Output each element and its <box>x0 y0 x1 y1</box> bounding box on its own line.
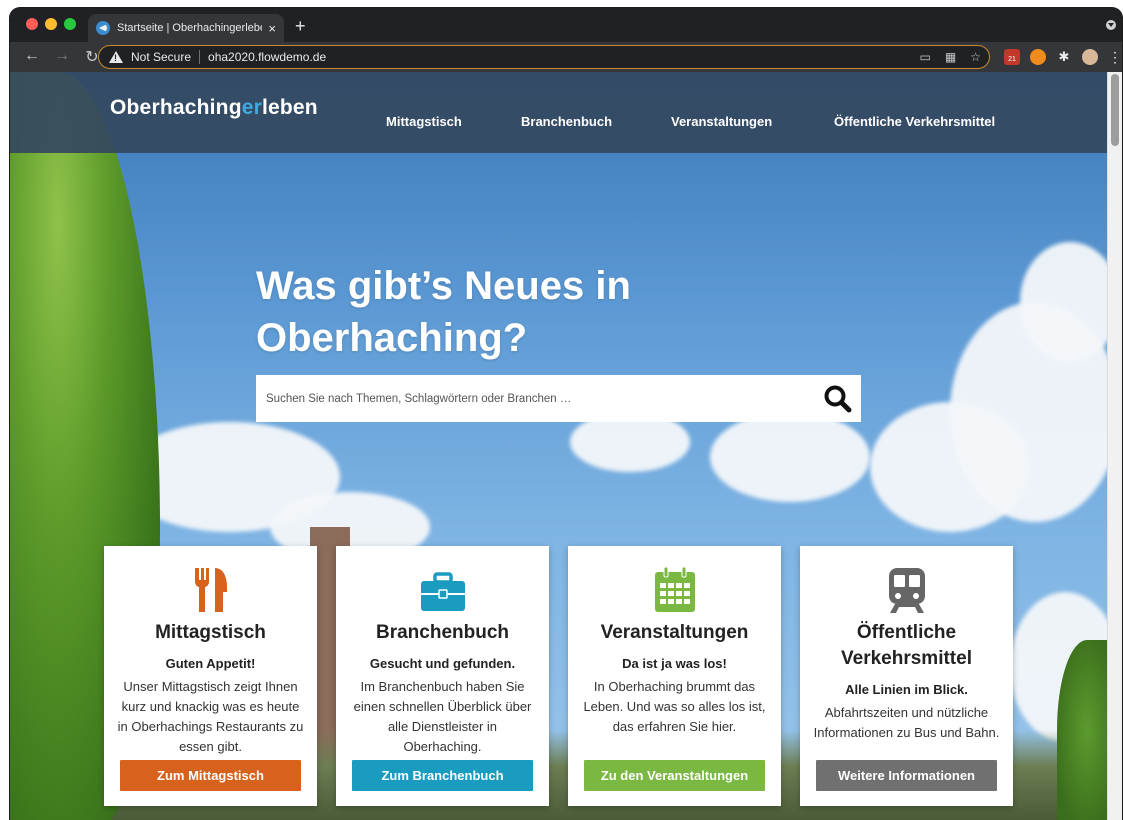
logo-text: Oberhaching <box>110 96 242 119</box>
browser-toolbar: ← → ↻ Not Secure oha2020.flowdemo.de ▭ ▦… <box>10 42 1122 72</box>
site-logo[interactable]: Oberhachingerleben <box>110 96 318 120</box>
browser-window: Startseite | Oberhachingerlebe × + ← → ↻… <box>10 8 1122 820</box>
close-window-button[interactable] <box>26 18 38 30</box>
tab-title: Startseite | Oberhachingerlebe <box>117 22 263 34</box>
calendar-extension-icon[interactable]: 21 <box>1004 49 1020 65</box>
card-title: Branchenbuch <box>375 622 510 643</box>
card-title: Mittagstisch <box>155 622 266 643</box>
logo-text: leben <box>261 96 318 119</box>
card-subtitle: Da ist ja was los! <box>622 656 727 671</box>
minimize-window-button[interactable] <box>45 18 57 30</box>
logo-accent-text: er <box>241 96 262 119</box>
card-title: Veranstaltungen <box>600 622 749 643</box>
browser-tab[interactable]: Startseite | Oberhachingerlebe × <box>88 14 284 42</box>
nav-oeffentliche-verkehrsmittel[interactable]: Öffentliche Verkehrsmittel <box>834 114 995 129</box>
maximize-window-button[interactable] <box>64 18 76 30</box>
new-tab-button[interactable]: + <box>295 16 306 36</box>
search-icon <box>824 385 852 412</box>
security-label[interactable]: Not Secure <box>131 50 191 64</box>
search-input[interactable] <box>266 375 815 422</box>
zum-branchenbuch-button[interactable]: Zum Branchenbuch <box>352 760 533 791</box>
card-text: Im Branchenbuch haben Sie einen schnelle… <box>353 679 532 754</box>
hero-title: Was gibt’s Neues in Oberhaching? <box>256 260 716 364</box>
tree-image <box>1057 640 1107 820</box>
card-text: Unser Mittagstisch zeigt Ihnen kurz und … <box>117 679 304 754</box>
cast-icon[interactable]: ▭ <box>920 50 931 64</box>
profile-avatar[interactable] <box>1082 49 1098 65</box>
card-subtitle: Alle Linien im Blick. <box>845 682 968 697</box>
browser-menu-icon[interactable]: ⋮ <box>1108 49 1122 65</box>
warning-icon <box>109 51 123 63</box>
briefcase-icon <box>420 572 465 611</box>
tab-search-icon[interactable] <box>1106 20 1116 30</box>
card-text: Abfahrtszeiten und nützliche Information… <box>813 705 1000 740</box>
qr-code-icon[interactable]: ▦ <box>945 50 956 64</box>
search-button[interactable] <box>815 375 861 422</box>
nav-veranstaltungen[interactable]: Veranstaltungen <box>671 114 772 129</box>
card-title-line: Öffentliche <box>856 622 957 643</box>
card-title-line: Verkehrsmittel <box>841 648 972 669</box>
card-oeffentliche-verkehrsmittel: Öffentliche Verkehrsmittel Alle Linien i… <box>800 546 1013 806</box>
zu-den-veranstaltungen-button[interactable]: Zu den Veranstaltungen <box>584 760 765 791</box>
tab-strip: Startseite | Oberhachingerlebe × + <box>10 8 1122 42</box>
card-text: In Oberhaching brummt das Leben. Und was… <box>583 679 766 734</box>
cloud-decoration <box>710 412 870 502</box>
url-text[interactable]: oha2020.flowdemo.de <box>208 50 326 64</box>
card-subtitle: Guten Appetit! <box>165 656 256 671</box>
forward-arrow-icon[interactable]: → <box>50 47 74 67</box>
cutlery-icon <box>194 568 227 612</box>
back-arrow-icon[interactable]: ← <box>20 47 44 67</box>
card-branchenbuch: Branchenbuch Gesucht und gefunden. Im Br… <box>336 546 549 806</box>
site-favicon-icon <box>96 21 110 35</box>
bookmark-star-icon[interactable]: ☆ <box>970 50 981 64</box>
card-title: Öffentliche Verkehrsmittel <box>800 620 1013 672</box>
site-header: Oberhachingerleben Mittagstisch Branchen… <box>10 72 1107 153</box>
card-veranstaltungen: Veranstaltungen Da ist ja was los! In Ob… <box>568 546 781 806</box>
hero-title-line: Was gibt’s Neues in <box>256 264 631 308</box>
orange-extension-icon[interactable] <box>1030 49 1046 65</box>
weitere-informationen-button[interactable]: Weitere Informationen <box>816 760 997 791</box>
nav-mittagstisch[interactable]: Mittagstisch <box>386 114 462 129</box>
card-subtitle: Gesucht und gefunden. <box>369 656 516 671</box>
card-mittagstisch: Mittagstisch Guten Appetit! Unser Mittag… <box>104 546 317 806</box>
train-icon <box>888 568 925 613</box>
extensions-puzzle-icon[interactable]: ✱ <box>1056 49 1072 65</box>
tab-close-icon[interactable]: × <box>268 21 276 36</box>
address-separator <box>199 50 201 64</box>
zum-mittagstisch-button[interactable]: Zum Mittagstisch <box>120 760 301 791</box>
hero-title-line: Oberhaching? <box>256 316 528 360</box>
calendar-icon <box>654 566 695 612</box>
page-viewport: Oberhachingerleben Mittagstisch Branchen… <box>10 72 1107 820</box>
nav-branchenbuch[interactable]: Branchenbuch <box>521 114 612 129</box>
page-scrollbar[interactable] <box>1107 72 1122 820</box>
scrollbar-thumb[interactable] <box>1111 74 1119 146</box>
address-bar[interactable]: Not Secure oha2020.flowdemo.de ▭ ▦ ☆ <box>98 45 990 69</box>
search-box <box>256 375 861 422</box>
